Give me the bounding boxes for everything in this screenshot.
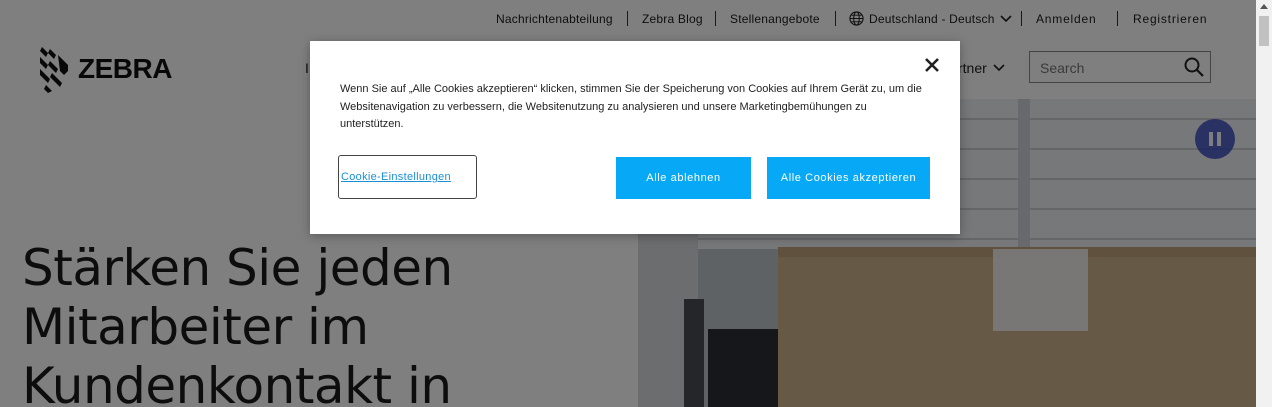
accept-all-button[interactable]: Alle Cookies akzeptieren bbox=[767, 157, 930, 199]
scroll-up-icon[interactable] bbox=[1260, 4, 1268, 9]
scrollbar[interactable] bbox=[1256, 0, 1272, 407]
cookie-consent-dialog: Wenn Sie auf „Alle Cookies akzeptieren“ … bbox=[310, 41, 960, 234]
scroll-thumb[interactable] bbox=[1259, 16, 1269, 46]
reject-all-button[interactable]: Alle ablehnen bbox=[616, 157, 751, 199]
cookie-description: Wenn Sie auf „Alle Cookies akzeptieren“ … bbox=[340, 83, 922, 130]
close-button[interactable] bbox=[922, 55, 942, 75]
cookie-settings-button[interactable]: Cookie-Einstellungen bbox=[338, 155, 477, 199]
close-icon bbox=[925, 58, 939, 72]
